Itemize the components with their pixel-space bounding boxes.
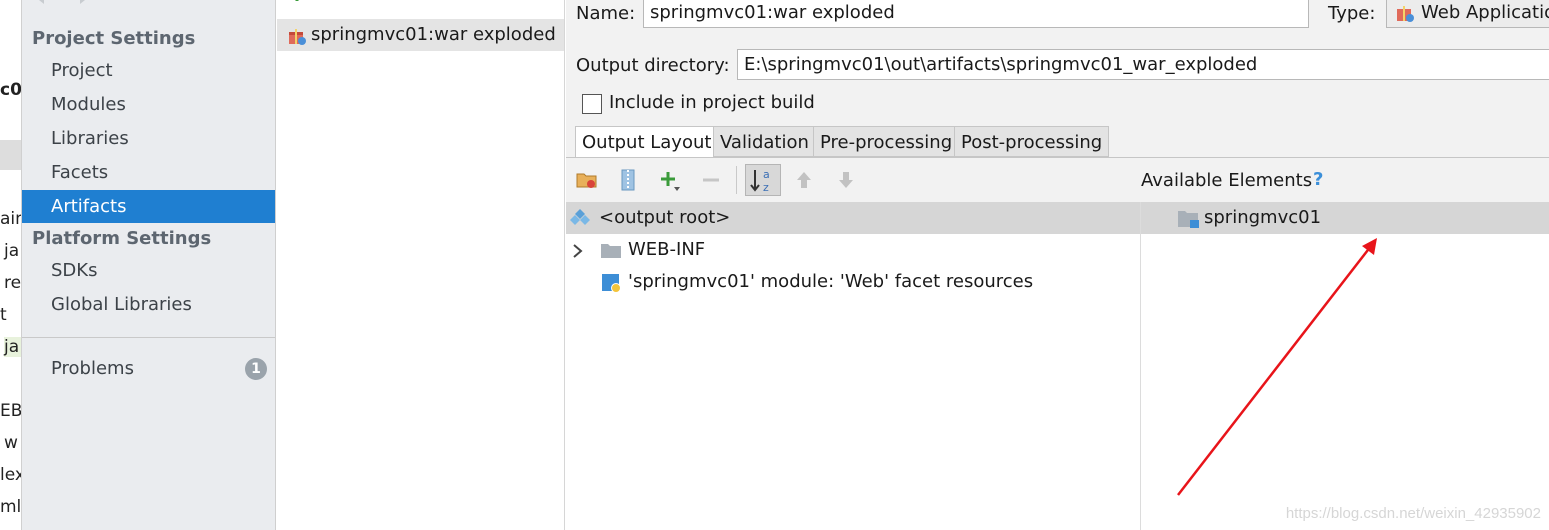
artifact-details: Name: springmvc01:war exploded Type: Web… (566, 0, 1549, 530)
available-item-springmvc01[interactable]: springmvc01 (1141, 202, 1549, 234)
type-value: Web Applicatio (1421, 2, 1549, 23)
sort-az-icon: a z (750, 168, 770, 194)
tree-selection (0, 140, 21, 170)
facet-resources-label: 'springmvc01' module: 'Web' facet resour… (628, 271, 1034, 292)
tree-fragment: lex (0, 465, 21, 485)
artifact-item-label: springmvc01:war exploded (311, 24, 556, 45)
nav-item-sdks[interactable]: SDKs (22, 254, 275, 287)
output-layout-tree: <output root> WEB-INF 'springmvc01' modu… (566, 202, 1140, 530)
available-elements-header: Available Elements ? (1140, 158, 1549, 202)
move-down-icon[interactable] (833, 167, 859, 193)
nav-item-artifacts[interactable]: Artifacts (22, 190, 275, 223)
nav-item-global-libraries[interactable]: Global Libraries (22, 288, 275, 321)
tab-validation[interactable]: Validation (713, 126, 816, 157)
nav-item-facets[interactable]: Facets (22, 156, 275, 189)
help-icon[interactable]: ? (1313, 169, 1323, 190)
artifact-item[interactable]: springmvc01:war exploded (277, 19, 564, 51)
output-root-icon (570, 209, 590, 225)
create-directory-icon[interactable] (574, 167, 600, 193)
include-in-build-checkbox[interactable] (582, 94, 602, 114)
tree-row-facet-resources[interactable]: 'springmvc01' module: 'Web' facet resour… (566, 266, 1140, 298)
artifacts-list: springmvc01:war exploded (277, 0, 565, 530)
war-artifact-icon (289, 29, 306, 45)
platform-settings-heading: Platform Settings (32, 228, 212, 249)
tab-pre-processing[interactable]: Pre-processing (813, 126, 960, 157)
name-label: Name: (576, 3, 636, 24)
type-label: Type: (1328, 3, 1376, 24)
tree-fragment: ain (0, 209, 21, 229)
output-layout-panel: a z Available Elements ? <output root> W… (566, 158, 1549, 530)
tab-post-processing[interactable]: Post-processing (954, 126, 1110, 157)
available-elements-tree: springmvc01 (1140, 202, 1549, 530)
chevron-right-icon[interactable] (572, 243, 584, 259)
web-facet-icon (602, 274, 621, 293)
settings-nav: Project Settings Project Modules Librari… (22, 0, 276, 530)
add-icon[interactable] (657, 167, 683, 193)
remove-icon[interactable] (698, 167, 724, 193)
output-directory-label: Output directory: (576, 55, 730, 76)
project-tree-fragment: c0 ain ja re t ja EB- w lex ml (0, 0, 22, 530)
toolbar-separator (736, 166, 737, 194)
available-elements-label: Available Elements (1141, 170, 1313, 191)
tab-output-layout[interactable]: Output Layout (575, 126, 719, 158)
tree-fragment: re (4, 273, 22, 293)
tree-row-output-root[interactable]: <output root> (566, 202, 1140, 234)
layout-toolbar: a z (566, 158, 1140, 202)
tree-row-web-inf[interactable]: WEB-INF (566, 234, 1140, 266)
include-in-build-label: Include in project build (609, 92, 815, 113)
nav-item-problems[interactable]: Problems 1 (22, 352, 275, 385)
nav-divider (22, 337, 275, 338)
watermark: https://blog.csdn.net/weixin_42935902 (1285, 505, 1541, 522)
problems-count-badge: 1 (245, 358, 267, 380)
output-directory-input[interactable]: E:\springmvc01\out\artifacts\springmvc01… (737, 49, 1549, 80)
tree-fragment: EB- (0, 401, 22, 421)
project-settings-heading: Project Settings (32, 28, 196, 49)
output-root-label: <output root> (599, 207, 731, 228)
add-remove-artifact-icons[interactable] (289, 0, 349, 8)
tree-fragment: w (4, 433, 18, 453)
name-input[interactable]: springmvc01:war exploded (643, 0, 1309, 28)
archive-icon[interactable] (615, 167, 641, 193)
web-inf-label: WEB-INF (628, 239, 706, 260)
web-app-icon (1397, 6, 1414, 22)
tree-fragment: t (0, 305, 7, 325)
nav-item-modules[interactable]: Modules (22, 88, 275, 121)
nav-item-libraries[interactable]: Libraries (22, 122, 275, 155)
nav-item-project[interactable]: Project (22, 54, 275, 87)
svg-text:a: a (763, 168, 770, 181)
back-forward-icon[interactable] (30, 0, 110, 8)
tree-fragment: ml (0, 497, 22, 517)
problems-label: Problems (51, 358, 134, 379)
sort-button[interactable]: a z (745, 164, 781, 196)
svg-text:z: z (763, 181, 769, 194)
move-up-icon[interactable] (791, 167, 817, 193)
folder-icon (601, 244, 621, 258)
tree-fragment: ja (4, 241, 20, 261)
tree-fragment: c0 (0, 80, 22, 100)
module-folder-icon (1178, 211, 1199, 228)
tree-fragment: ja (4, 337, 21, 357)
type-select[interactable]: Web Applicatio (1386, 0, 1549, 28)
available-item-label: springmvc01 (1204, 207, 1322, 228)
